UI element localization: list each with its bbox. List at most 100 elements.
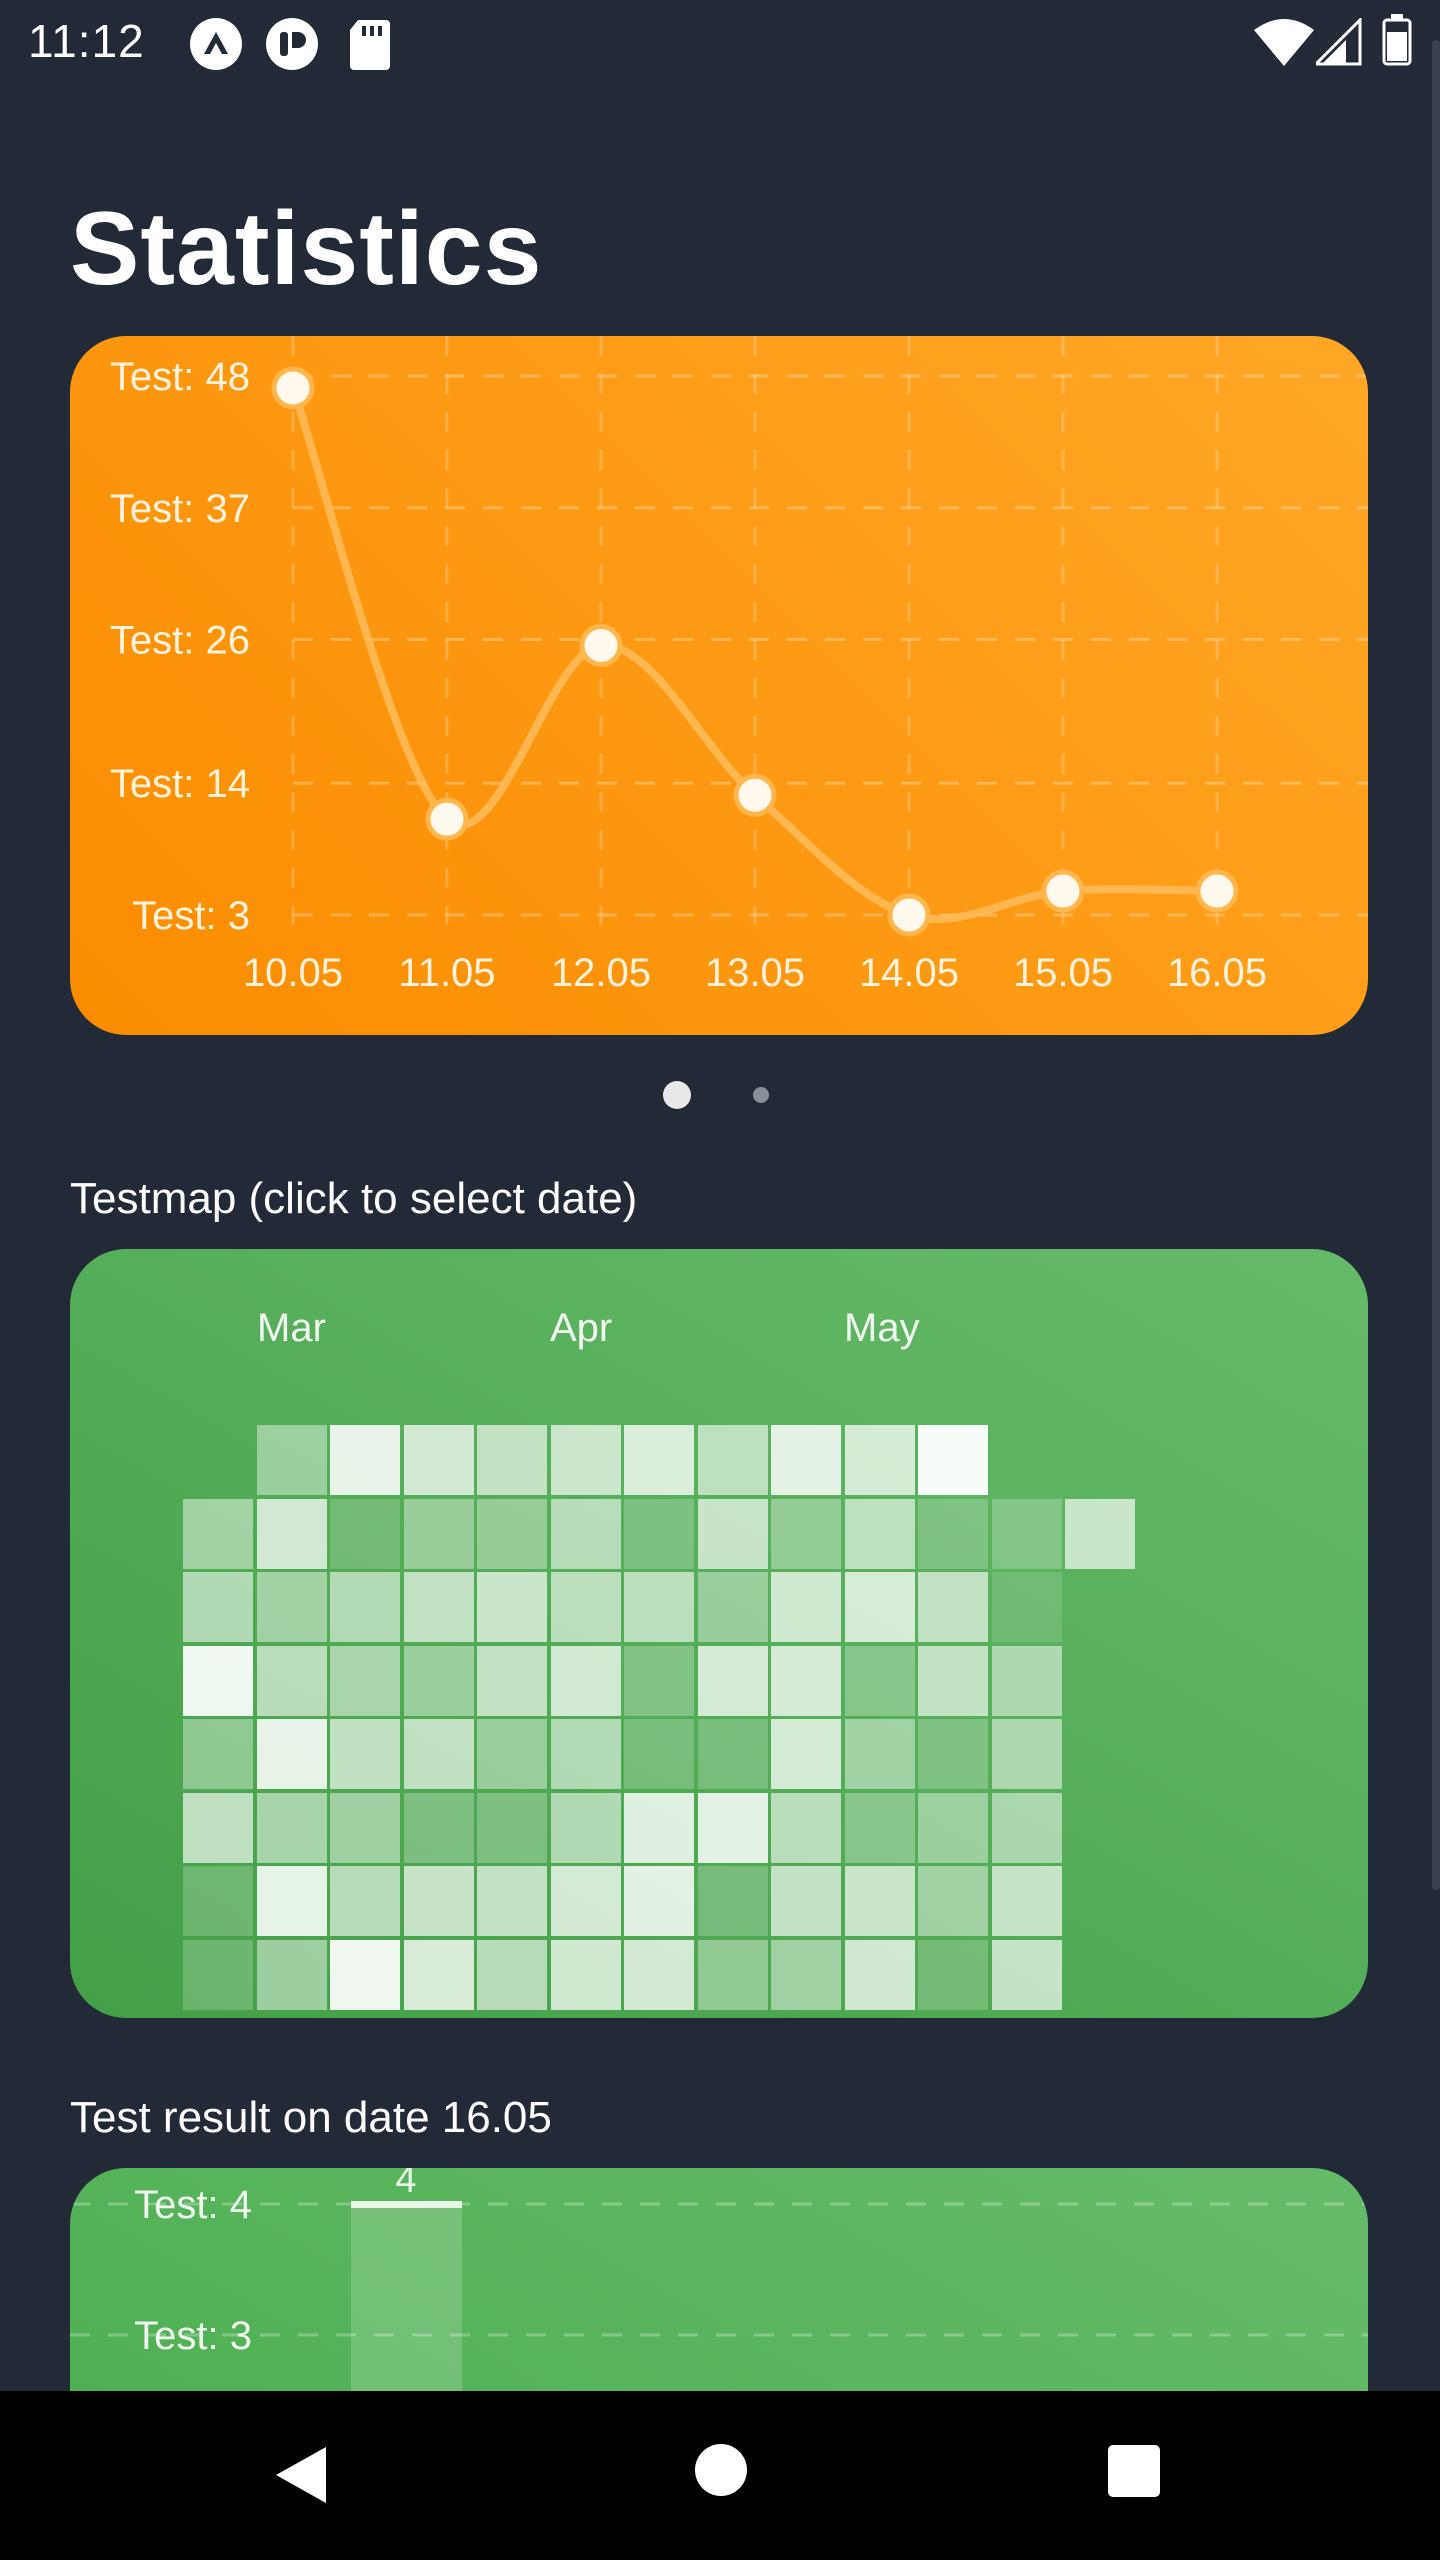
heatmap-cell[interactable] [403, 1425, 474, 1495]
heatmap-cell[interactable] [403, 1719, 474, 1789]
heatmap-cell[interactable] [477, 1939, 547, 2010]
heatmap-cell[interactable] [403, 1498, 474, 1569]
heatmap-cell[interactable] [771, 1792, 841, 1863]
heatmap-cell[interactable] [550, 1939, 621, 2010]
heatmap-cell[interactable] [330, 1866, 400, 1936]
heatmap-cell[interactable] [697, 1572, 768, 1642]
heatmap-cell[interactable] [477, 1645, 547, 1716]
heatmap-cell[interactable] [477, 1792, 547, 1863]
heatmap-cell[interactable] [477, 1866, 547, 1936]
heatmap-cell[interactable] [256, 1939, 327, 2010]
heatmap-cell[interactable] [697, 1866, 768, 1936]
home-icon[interactable] [694, 2443, 748, 2497]
heatmap-cell[interactable] [330, 1645, 400, 1716]
recents-icon[interactable] [1108, 2445, 1160, 2497]
heatmap-cell[interactable] [844, 1866, 915, 1936]
heatmap-cell[interactable] [330, 1792, 400, 1863]
heatmap-cell[interactable] [624, 1719, 694, 1789]
heatmap-cell[interactable] [550, 1498, 621, 1569]
scrollbar[interactable] [1432, 40, 1440, 1890]
heatmap-cell[interactable] [844, 1939, 915, 2010]
pager-dot-active[interactable] [663, 1081, 691, 1109]
back-icon[interactable] [270, 2443, 334, 2507]
heatmap-cell[interactable] [844, 1792, 915, 1863]
heatmap-cell[interactable] [403, 1939, 474, 2010]
heatmap-cell[interactable] [183, 1939, 253, 2010]
heatmap-cell[interactable] [624, 1645, 694, 1716]
heatmap-cell[interactable] [918, 1645, 988, 1716]
heatmap-cell[interactable] [550, 1866, 621, 1936]
heatmap-cell[interactable] [550, 1572, 621, 1642]
heatmap-cell[interactable] [697, 1645, 768, 1716]
data-point[interactable] [1041, 869, 1085, 913]
line-chart-card[interactable]: Test: 48 Test: 37 Test: 26 Test: 14 Test: 3 1… [70, 336, 1368, 1035]
heatmap-cell[interactable] [991, 1719, 1062, 1789]
heatmap-cell[interactable] [256, 1425, 327, 1495]
heatmap-cell[interactable] [550, 1645, 621, 1716]
heatmap-cell[interactable] [256, 1792, 327, 1863]
heatmap-cell[interactable] [991, 1645, 1062, 1716]
heatmap-cell[interactable] [918, 1572, 988, 1642]
pager-dot[interactable] [753, 1087, 769, 1103]
heatmap-cell[interactable] [1065, 1498, 1135, 1569]
heatmap-cell[interactable] [918, 1866, 988, 1936]
heatmap-cell[interactable] [624, 1792, 694, 1863]
heatmap-cell[interactable] [256, 1572, 327, 1642]
heatmap-cell[interactable] [991, 1792, 1062, 1863]
heatmap-cell[interactable] [991, 1939, 1062, 2010]
heatmap-cell[interactable] [991, 1498, 1062, 1569]
heatmap-cell[interactable] [403, 1645, 474, 1716]
heatmap-cell[interactable] [256, 1719, 327, 1789]
heatmap-cell[interactable] [844, 1645, 915, 1716]
data-point[interactable] [579, 624, 623, 667]
heatmap-cell[interactable] [183, 1792, 253, 1863]
heatmap-cell[interactable] [918, 1719, 988, 1789]
heatmap-cell[interactable] [697, 1939, 768, 2010]
heatmap-cell[interactable] [844, 1498, 915, 1569]
heatmap-cell[interactable] [330, 1425, 400, 1495]
data-point[interactable] [1195, 869, 1239, 913]
heatmap-cell[interactable] [477, 1719, 547, 1789]
heatmap-cell[interactable] [330, 1939, 400, 2010]
heatmap-cell[interactable] [183, 1719, 253, 1789]
heatmap-cell[interactable] [697, 1719, 768, 1789]
heatmap-cell[interactable] [550, 1719, 621, 1789]
heatmap-cell[interactable] [697, 1792, 768, 1863]
heatmap-cell[interactable] [844, 1572, 915, 1642]
data-point[interactable] [425, 797, 469, 841]
heatmap-cell[interactable] [697, 1498, 768, 1569]
heatmap-cell[interactable] [183, 1866, 253, 1936]
data-point[interactable] [271, 366, 315, 410]
heatmap-cell[interactable] [771, 1572, 841, 1642]
heatmap-cell[interactable] [771, 1939, 841, 2010]
heatmap-cell[interactable] [918, 1498, 988, 1569]
heatmap-cell[interactable] [256, 1498, 327, 1569]
heatmap-cell[interactable] [403, 1866, 474, 1936]
heatmap-cell[interactable] [477, 1498, 547, 1569]
heatmap-cell[interactable] [771, 1866, 841, 1936]
heatmap-cell[interactable] [918, 1939, 988, 2010]
data-point[interactable] [887, 893, 931, 937]
heatmap-cell[interactable] [550, 1792, 621, 1863]
heatmap-cell[interactable] [624, 1866, 694, 1936]
heatmap-cell[interactable] [771, 1498, 841, 1569]
heatmap-cell[interactable] [918, 1792, 988, 1863]
heatmap-cell[interactable] [330, 1498, 400, 1569]
heatmap-cell[interactable] [844, 1719, 915, 1789]
heatmap-cell[interactable] [403, 1572, 474, 1642]
heatmap-cell[interactable] [697, 1425, 768, 1495]
heatmap-cell[interactable] [183, 1645, 253, 1716]
heatmap-cell[interactable] [624, 1425, 694, 1495]
heatmap-cell[interactable] [256, 1645, 327, 1716]
heatmap-cell[interactable] [844, 1425, 915, 1495]
data-point[interactable] [733, 773, 777, 817]
heatmap-cell[interactable] [918, 1425, 988, 1495]
heatmap-cell[interactable] [991, 1866, 1062, 1936]
heatmap-cell[interactable] [330, 1572, 400, 1642]
heatmap-cell[interactable] [771, 1425, 841, 1495]
heatmap-cell[interactable] [477, 1425, 547, 1495]
heatmap-cell[interactable] [403, 1792, 474, 1863]
heatmap-cell[interactable] [991, 1572, 1062, 1642]
heatmap-cell[interactable] [183, 1572, 253, 1642]
heatmap-cell[interactable] [477, 1572, 547, 1642]
